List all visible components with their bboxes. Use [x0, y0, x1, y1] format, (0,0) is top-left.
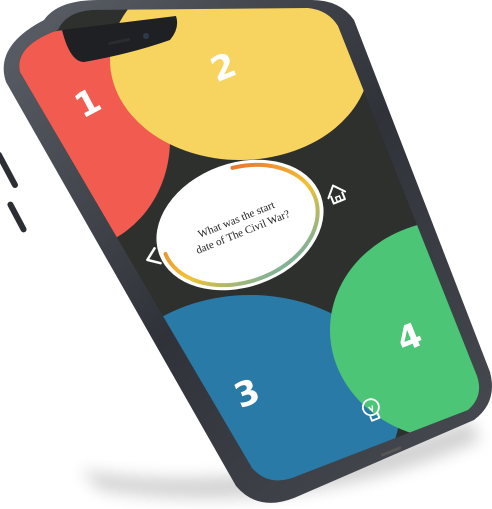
volume-button [0, 151, 18, 189]
power-button [7, 201, 27, 233]
front-camera [143, 33, 149, 39]
phone-mockup: 1 2 3 4 What was the start date of The C… [0, 0, 492, 509]
